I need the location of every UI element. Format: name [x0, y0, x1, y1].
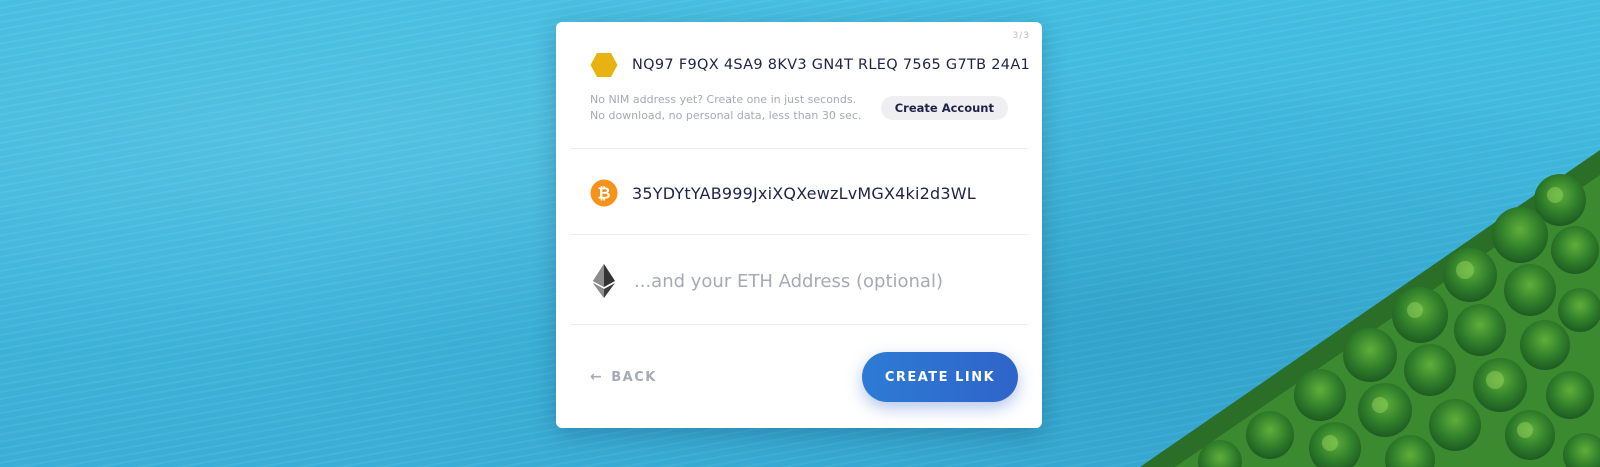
create-account-button[interactable]: Create Account: [880, 96, 1008, 120]
nim-help-text: No NIM address yet? Create one in just s…: [590, 92, 861, 124]
svg-text:₿: ₿: [597, 184, 610, 203]
wallet-link-card: 3/3 NQ97 F9QX 4SA9 8KV3 GN4T RLEQ 7565 G…: [556, 22, 1042, 428]
eth-address-input[interactable]: [632, 269, 996, 293]
background-ocean: 3/3 NQ97 F9QX 4SA9 8KV3 GN4T RLEQ 7565 G…: [0, 0, 1600, 467]
nim-help-line-1: No NIM address yet? Create one in just s…: [590, 93, 857, 106]
divider: [570, 234, 1028, 235]
nim-help-block: No NIM address yet? Create one in just s…: [590, 92, 1008, 124]
divider: [570, 148, 1028, 149]
back-label: BACK: [611, 369, 657, 385]
eth-address-row: [570, 260, 1028, 302]
ethereum-icon: [590, 264, 618, 298]
step-indicator: 3/3: [1012, 31, 1030, 41]
create-link-button[interactable]: CREATE LINK: [862, 352, 1018, 402]
btc-address-row: ₿ 35YDYtYAB999JxiXQXewzLvMGX4ki2d3WL: [570, 176, 1028, 210]
btc-address: 35YDYtYAB999JxiXQXewzLvMGX4ki2d3WL: [632, 183, 976, 203]
back-button[interactable]: ← BACK: [590, 369, 657, 385]
bitcoin-icon: ₿: [590, 179, 618, 207]
nimiq-hexagon-icon: [590, 51, 618, 79]
nim-help-line-2: No download, no personal data, less than…: [590, 109, 862, 122]
card-footer: ← BACK CREATE LINK: [590, 352, 1018, 402]
nim-address: NQ97 F9QX 4SA9 8KV3 GN4T RLEQ 7565 G7TB …: [632, 57, 1031, 73]
arrow-left-icon: ←: [590, 369, 604, 385]
nim-address-row: NQ97 F9QX 4SA9 8KV3 GN4T RLEQ 7565 G7TB …: [570, 48, 1031, 82]
divider: [570, 324, 1028, 325]
